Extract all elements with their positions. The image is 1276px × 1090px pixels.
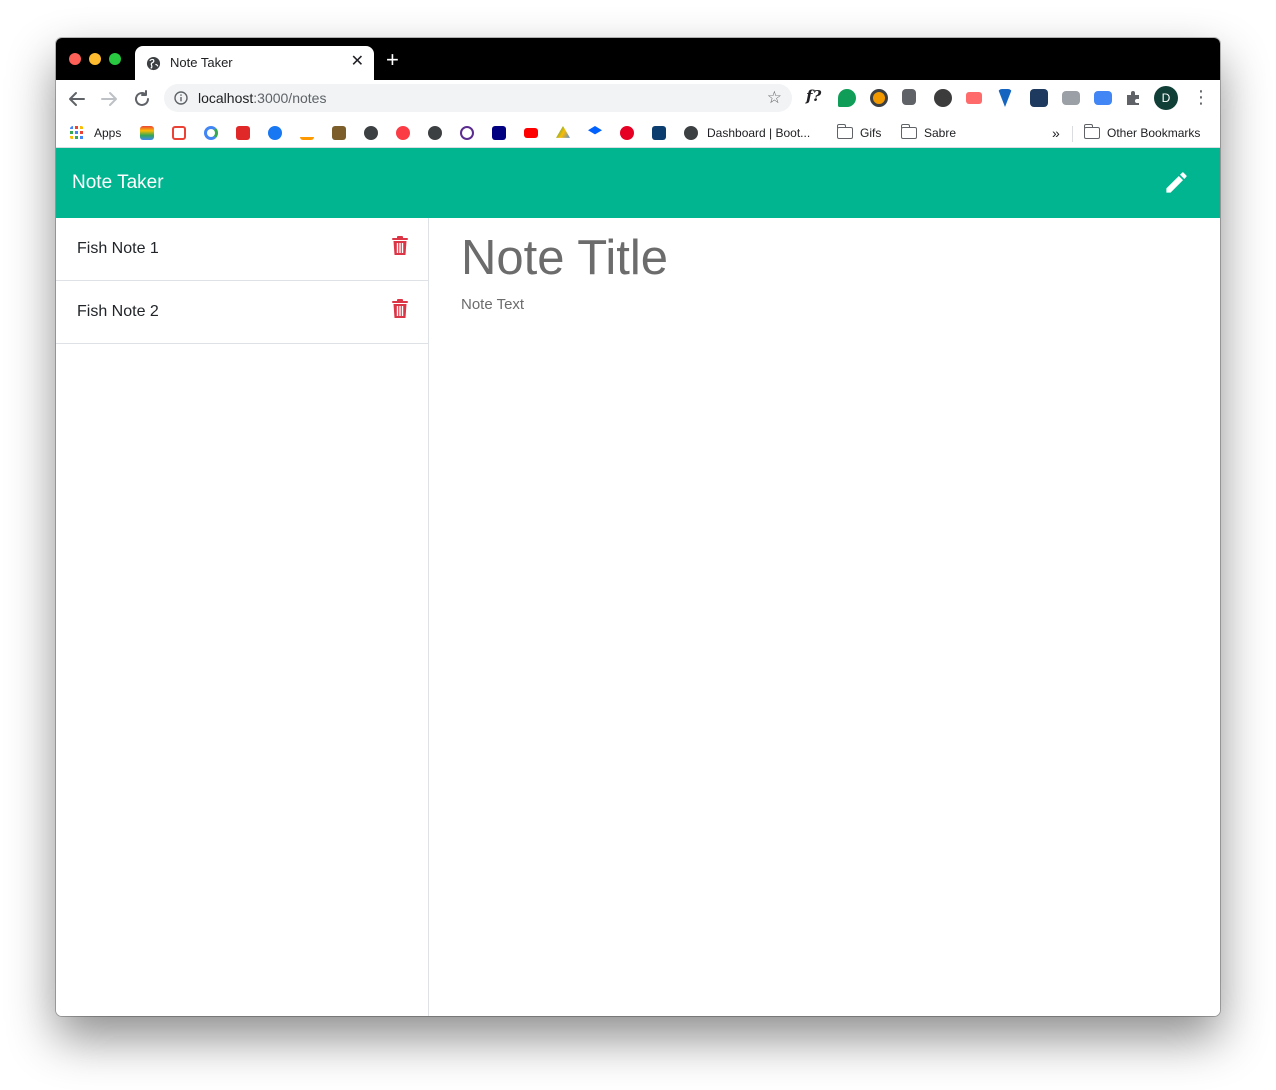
profile-avatar[interactable]: D: [1154, 86, 1178, 110]
list-item[interactable]: Fish Note 2: [56, 281, 428, 344]
ext-red-icon[interactable]: [966, 92, 982, 104]
folder-icon: [1083, 124, 1100, 139]
folder-icon: [900, 124, 917, 139]
google-icon[interactable]: [204, 126, 218, 140]
globe-bookmark-icon[interactable]: [364, 126, 378, 140]
globe-dashboard-icon[interactable]: [684, 126, 698, 140]
bookmarks-overflow-chevron-icon[interactable]: »: [1052, 124, 1060, 142]
camera-ext-icon[interactable]: [1062, 91, 1080, 105]
url-path: :3000/notes: [253, 90, 327, 106]
bookmark-folder-sabre[interactable]: Sabre: [900, 124, 957, 142]
v-ext-icon[interactable]: [998, 89, 1012, 107]
tinyurl-icon[interactable]: [492, 126, 506, 140]
list-item[interactable]: Fish Note 1: [56, 218, 428, 281]
puzzle-extensions-icon[interactable]: [1124, 89, 1142, 107]
new-tab-button[interactable]: +: [386, 49, 399, 71]
music-icon[interactable]: [396, 126, 410, 140]
facebook-icon[interactable]: [268, 126, 282, 140]
back-arrow-icon[interactable]: [66, 88, 88, 110]
notes-sidebar: Fish Note 1 Fish Note 2: [56, 218, 429, 1016]
info-icon[interactable]: [174, 91, 188, 105]
more-menu-icon[interactable]: ⋮: [1192, 87, 1210, 107]
note-editor: [429, 218, 1220, 1016]
bookmark-star-icon[interactable]: ☆: [767, 88, 782, 108]
font-ext-icon[interactable]: f?: [806, 87, 824, 105]
new-note-pencil-icon[interactable]: [1163, 169, 1190, 196]
bookmark-sabre-label: Sabre: [924, 126, 957, 140]
evernote-ext-icon[interactable]: [838, 89, 856, 107]
drive-icon[interactable]: [556, 126, 570, 138]
gmail-icon[interactable]: [172, 126, 186, 140]
delete-trash-icon[interactable]: [391, 299, 409, 319]
browser-window: Note Taker ✕ + localhost:3000/notes ☆ f?: [56, 38, 1220, 1016]
bookmark-apps[interactable]: Apps: [94, 124, 121, 142]
note-taker-app: Note Taker Fish Note 1 Fish Note 2: [56, 148, 1220, 1016]
url-host: localhost: [198, 90, 254, 106]
globe-icon: [146, 56, 161, 71]
brand-title[interactable]: Note Taker: [72, 172, 164, 194]
tab-title: Note Taker: [170, 55, 233, 70]
bookmarks-bar: Apps Dashboard | Boot... Gifs Sabre » Ot…: [56, 118, 1220, 148]
reload-icon[interactable]: [131, 88, 153, 110]
tab-close-icon[interactable]: ✕: [351, 52, 364, 72]
shopping-bag-icon[interactable]: [332, 126, 346, 140]
minimize-window-button[interactable]: [89, 53, 101, 65]
k-ext-icon[interactable]: [934, 89, 952, 107]
address-bar[interactable]: localhost:3000/notes ☆: [164, 84, 792, 112]
arch-icon[interactable]: [652, 126, 666, 140]
forward-arrow-icon[interactable]: [98, 88, 120, 110]
url-text[interactable]: localhost:3000/notes: [198, 90, 326, 106]
bookmark-other-label: Other Bookmarks: [1107, 126, 1201, 140]
delete-trash-icon[interactable]: [391, 236, 409, 256]
bookmark-gifs-label: Gifs: [860, 126, 882, 140]
bookmark-folder-gifs[interactable]: Gifs: [836, 124, 882, 142]
apps-grid-icon[interactable]: [70, 126, 84, 140]
navbar: Note Taker: [56, 148, 1220, 218]
browser-toolbar: localhost:3000/notes ☆ f? D ⋮: [56, 80, 1220, 118]
note-title-label: Fish Note 1: [77, 240, 159, 257]
chart-ext-icon[interactable]: [1030, 89, 1048, 107]
ext-x-icon[interactable]: [870, 89, 888, 107]
close-window-button[interactable]: [69, 53, 81, 65]
bookmarks-divider: [1072, 126, 1073, 142]
pinterest-icon[interactable]: [620, 126, 634, 140]
note-title-label: Fish Note 2: [77, 303, 159, 320]
bookmark-dashboard[interactable]: Dashboard | Boot...: [707, 124, 810, 142]
note-title-input[interactable]: [461, 228, 1181, 288]
globe-bookmark-icon-2[interactable]: [428, 126, 442, 140]
peace-icon[interactable]: [460, 126, 474, 140]
note-text-textarea[interactable]: [461, 296, 1181, 976]
title-bar: Note Taker ✕ +: [56, 38, 1220, 80]
amazon-icon[interactable]: [300, 126, 314, 140]
folder-icon: [836, 124, 853, 139]
youtube-icon[interactable]: [524, 128, 538, 138]
tab-note-taker[interactable]: Note Taker ✕: [135, 46, 374, 80]
flipboard-icon[interactable]: [236, 126, 250, 140]
dropbox-icon[interactable]: [588, 126, 602, 135]
ext-blue-icon[interactable]: [1094, 91, 1112, 105]
bookmark-rainbow-icon[interactable]: [140, 126, 154, 140]
bookmark-folder-other[interactable]: Other Bookmarks: [1083, 124, 1201, 142]
eyedropper-ext-icon[interactable]: [902, 89, 916, 105]
zoom-window-button[interactable]: [109, 53, 121, 65]
